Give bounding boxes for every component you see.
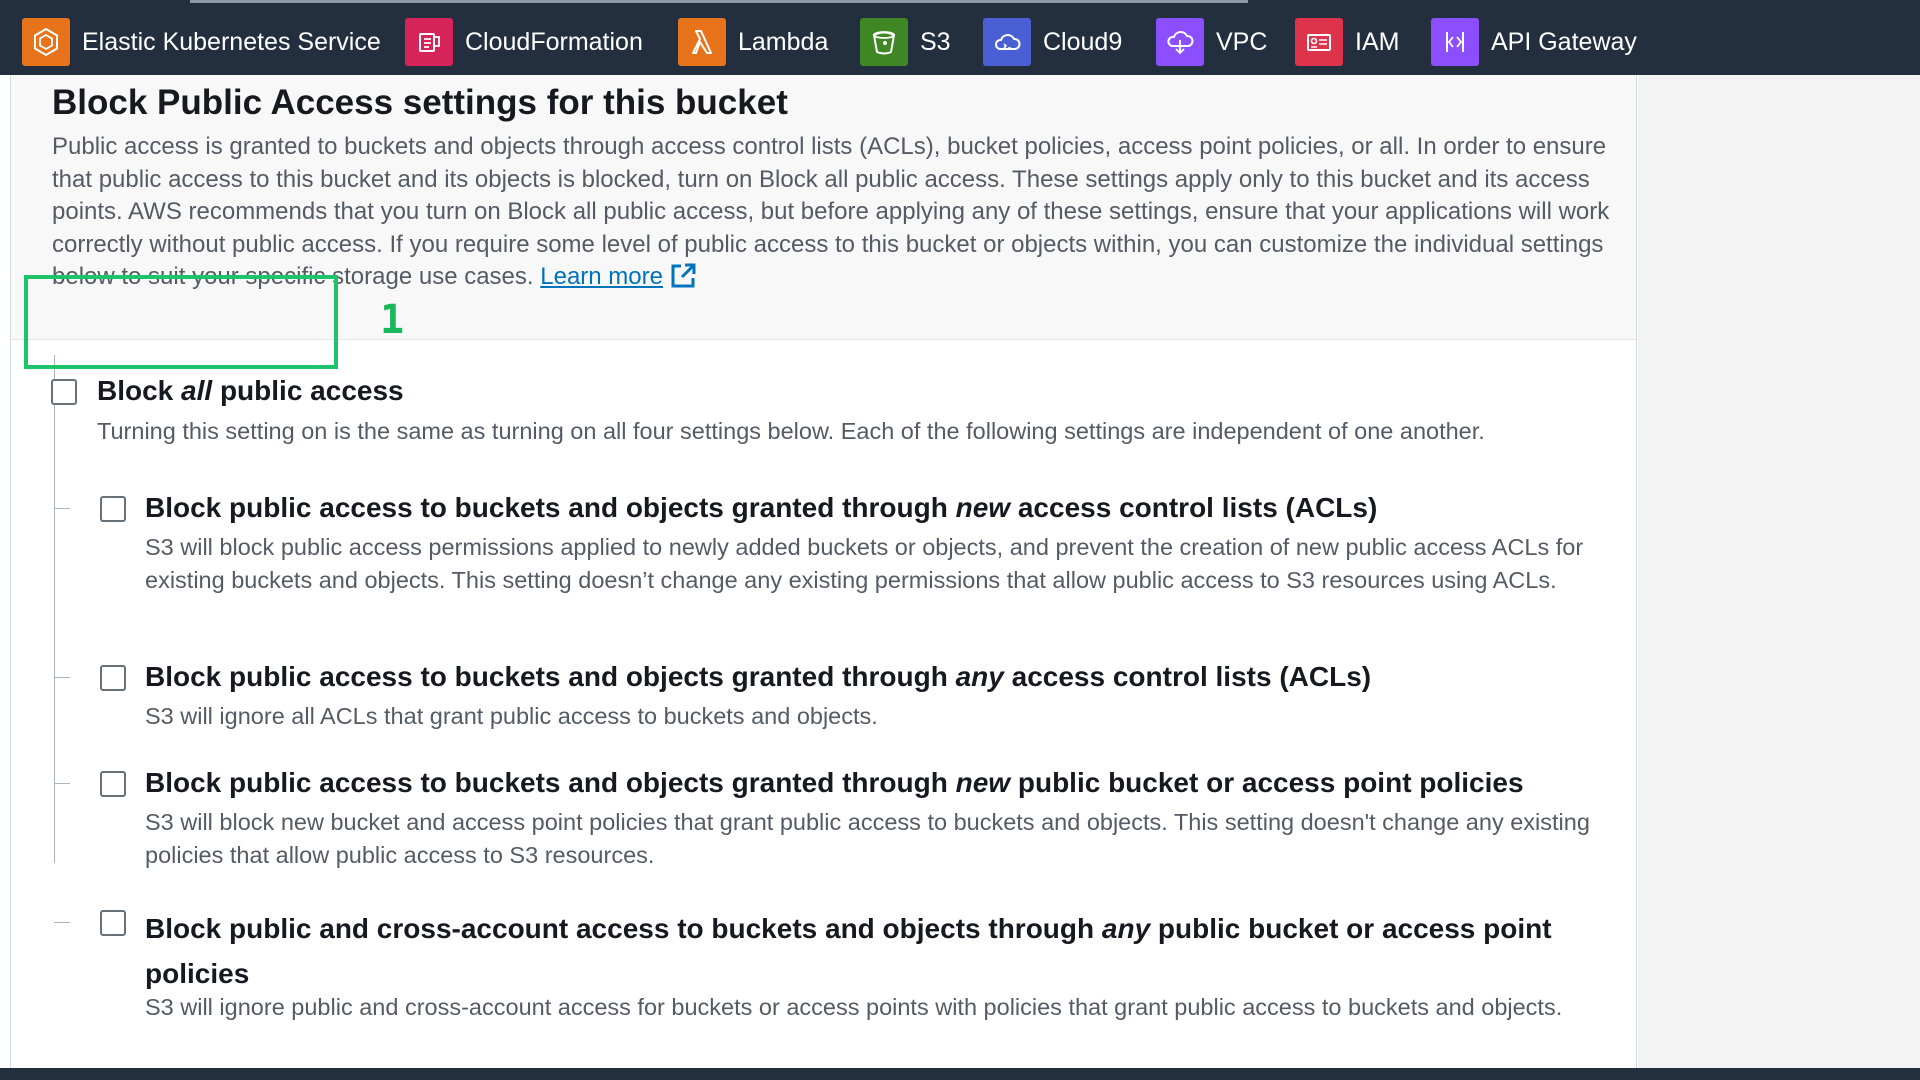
option-label-pre: Block public access to buckets and objec…	[145, 492, 956, 523]
nav-service-label: Elastic Kubernetes Service	[82, 27, 381, 56]
nav-service-label: API Gateway	[1491, 27, 1637, 56]
iam-icon	[1295, 18, 1343, 66]
nav-service-label: Lambda	[738, 27, 829, 56]
block-all-description: Turning this setting on is the same as t…	[97, 418, 1485, 444]
block-new-acls-checkbox[interactable]	[100, 496, 126, 522]
option-label-post: public bucket or access point policies	[1010, 767, 1524, 798]
nav-service-eks[interactable]: Elastic Kubernetes Service	[22, 17, 381, 67]
services-bar: Elastic Kubernetes Service CloudFormatio…	[0, 0, 1920, 75]
block-any-acls-checkbox[interactable]	[100, 665, 126, 691]
block-any-policies-description: S3 will ignore public and cross-account …	[145, 994, 1563, 1020]
option-label-pre: Block public access to buckets and objec…	[145, 661, 956, 692]
nav-service-cloudformation[interactable]: CloudFormation	[405, 17, 643, 67]
nav-service-label: S3	[920, 27, 951, 56]
learn-more-link[interactable]: Learn more	[540, 263, 697, 290]
block-new-acls-label[interactable]: Block public access to buckets and objec…	[145, 492, 1377, 524]
nav-service-s3[interactable]: S3	[860, 17, 951, 67]
section-description-text: Public access is granted to buckets and …	[52, 133, 1610, 290]
block-any-acls-description: S3 will ignore all ACLs that grant publi…	[145, 703, 878, 729]
external-link-icon	[669, 262, 697, 300]
step-highlight-box	[24, 275, 338, 369]
tree-connector-tick	[54, 783, 70, 784]
block-any-policies-label[interactable]: Block public and cross-account access to…	[145, 906, 1575, 996]
lambda-icon	[678, 18, 726, 66]
search-bar-edge	[190, 0, 1248, 3]
learn-more-label: Learn more	[540, 263, 663, 290]
block-new-policies-description: S3 will block new bucket and access poin…	[145, 809, 1590, 868]
block-new-policies-checkbox[interactable]	[100, 771, 126, 797]
block-all-label[interactable]: Block all public access	[97, 375, 404, 407]
option-label-em: new	[955, 767, 1011, 798]
block-new-policies-label[interactable]: Block public access to buckets and objec…	[145, 767, 1524, 799]
nav-service-label: Cloud9	[1043, 27, 1123, 56]
option-label-em: any	[1101, 913, 1151, 944]
block-new-acls-description: S3 will block public access permissions …	[145, 534, 1584, 593]
option-label-post: access control lists (ACLs)	[1010, 492, 1378, 523]
nav-service-label: CloudFormation	[465, 27, 643, 56]
cloud9-icon	[983, 18, 1031, 66]
bottom-bar	[0, 1068, 1920, 1080]
s3-icon	[860, 18, 908, 66]
block-all-label-pre: Block	[97, 375, 182, 406]
option-label-pre: Block public access to buckets and objec…	[145, 767, 956, 798]
tree-connector-tick	[54, 922, 70, 923]
tree-connector-line	[54, 355, 55, 863]
option-label-post: access control lists (ACLs)	[1003, 661, 1372, 692]
section-title: Block Public Access settings for this bu…	[52, 83, 788, 122]
page-background-gutter	[1638, 75, 1920, 1068]
nav-service-label: IAM	[1355, 27, 1400, 56]
block-any-policies-checkbox[interactable]	[100, 910, 126, 936]
eks-icon	[22, 18, 70, 66]
nav-service-label: VPC	[1216, 27, 1268, 56]
vpc-icon	[1156, 18, 1204, 66]
nav-service-iam[interactable]: IAM	[1295, 17, 1399, 67]
nav-service-cloud9[interactable]: Cloud9	[983, 17, 1122, 67]
block-all-label-em: all	[181, 375, 213, 406]
nav-service-vpc[interactable]: VPC	[1156, 17, 1267, 67]
block-all-label-post: public access	[212, 375, 404, 406]
option-label-em: new	[955, 492, 1011, 523]
option-label-em: any	[955, 661, 1004, 692]
step-number: 1	[380, 297, 405, 343]
api-gateway-icon	[1431, 18, 1479, 66]
tree-connector-tick	[54, 508, 70, 509]
block-all-checkbox[interactable]	[51, 379, 77, 405]
block-any-acls-label[interactable]: Block public access to buckets and objec…	[145, 661, 1371, 693]
tree-connector-tick	[54, 677, 70, 678]
option-label-pre: Block public and cross-account access to…	[145, 913, 1102, 944]
nav-service-lambda[interactable]: Lambda	[678, 17, 828, 67]
cloudformation-icon	[405, 18, 453, 66]
nav-service-api-gateway[interactable]: API Gateway	[1431, 17, 1637, 67]
